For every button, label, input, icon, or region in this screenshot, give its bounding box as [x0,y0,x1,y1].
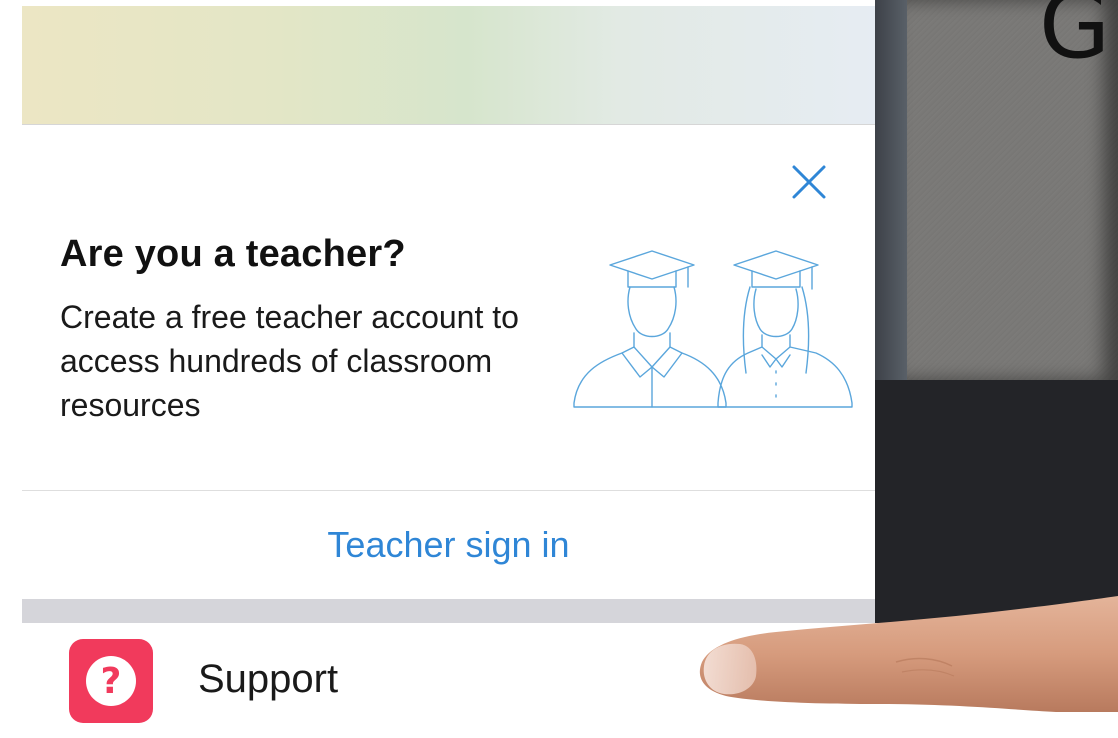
close-button[interactable] [790,163,828,201]
card-title: Are you a teacher? [60,233,406,275]
menu-item-support[interactable]: ? Support [22,623,1118,738]
background-app-panel: G [875,0,1118,623]
app-screen: Are you a teacher? Create a free teacher… [0,0,1118,738]
teacher-sign-in-link[interactable]: Teacher sign in [22,491,875,599]
question-mark-glyph: ? [86,656,136,706]
background-app-glyph: G [1039,0,1111,79]
card-description: Create a free teacher account to access … [60,299,519,423]
close-icon [792,165,826,199]
teacher-promo-card: Are you a teacher? Create a free teacher… [22,125,875,599]
help-question-icon: ? [69,639,153,723]
menu-item-label: Support [198,657,339,701]
graduates-icon [573,250,853,408]
background-app-edge [875,0,907,380]
top-banner [22,6,875,125]
section-separator [22,599,875,623]
female-graduate-illustration [717,250,853,408]
left-gutter [0,0,22,738]
male-graduate-illustration [573,250,727,408]
